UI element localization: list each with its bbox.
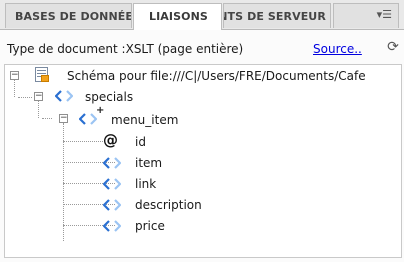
tab-bindings[interactable]: LIAISONS bbox=[133, 3, 222, 30]
element-icon bbox=[103, 199, 121, 211]
attribute-icon: @ bbox=[103, 131, 118, 149]
repeating-element-icon bbox=[79, 113, 97, 125]
panel-options-button[interactable]: ▾☰ bbox=[333, 3, 399, 28]
tree-node-id[interactable]: @ id bbox=[5, 132, 401, 152]
item-label: item bbox=[135, 156, 163, 170]
tree-node-root[interactable]: − Schéma pour file:///C|/Users/FRE/Docum… bbox=[5, 65, 401, 85]
specials-label: specials bbox=[85, 90, 134, 104]
info-bar: Type de document :XSLT (page entière) So… bbox=[0, 30, 404, 64]
tree-node-price[interactable]: price bbox=[5, 216, 401, 236]
bindings-panel: BASES DE DONNÉES COMPORTEMENTS DE SERVEU… bbox=[0, 0, 404, 262]
element-icon bbox=[103, 157, 121, 169]
document-type-label: Type de document :XSLT (page entière) bbox=[7, 42, 244, 56]
element-icon bbox=[55, 90, 73, 102]
schema-tree: − Schéma pour file:///C|/Users/FRE/Docum… bbox=[4, 64, 402, 258]
element-icon bbox=[103, 220, 121, 232]
tree-node-description[interactable]: description bbox=[5, 195, 401, 215]
link-label: link bbox=[135, 177, 157, 191]
id-label: id bbox=[135, 135, 146, 149]
tree-node-menu-item[interactable]: − + menu_item bbox=[5, 105, 401, 130]
xslt-badge-icon bbox=[41, 75, 49, 82]
panel-options-icon: ▾☰ bbox=[376, 8, 392, 21]
tree-node-link[interactable]: link bbox=[5, 174, 401, 194]
menu-item-label: menu_item bbox=[111, 113, 179, 127]
tree-node-specials[interactable]: − specials bbox=[5, 87, 401, 107]
tab-databases[interactable]: BASES DE DONNÉES bbox=[5, 3, 132, 28]
collapse-toggle[interactable]: − bbox=[59, 114, 68, 123]
element-icon bbox=[103, 178, 121, 190]
root-label: Schéma pour file:///C|/Users/FRE/Documen… bbox=[67, 69, 366, 83]
description-label: description bbox=[135, 198, 202, 212]
collapse-toggle[interactable]: − bbox=[34, 92, 43, 101]
tab-server-behaviors[interactable]: COMPORTEMENTS DE SERVEUR bbox=[223, 3, 331, 28]
source-link[interactable]: Source.. bbox=[313, 42, 362, 56]
collapse-toggle[interactable]: − bbox=[10, 71, 19, 80]
tree-node-item[interactable]: item bbox=[5, 153, 401, 173]
refresh-icon[interactable]: ⟳ bbox=[385, 39, 401, 55]
tab-bar: BASES DE DONNÉES COMPORTEMENTS DE SERVEU… bbox=[0, 0, 404, 30]
price-label: price bbox=[135, 219, 165, 233]
repeat-plus-icon: + bbox=[96, 105, 105, 116]
